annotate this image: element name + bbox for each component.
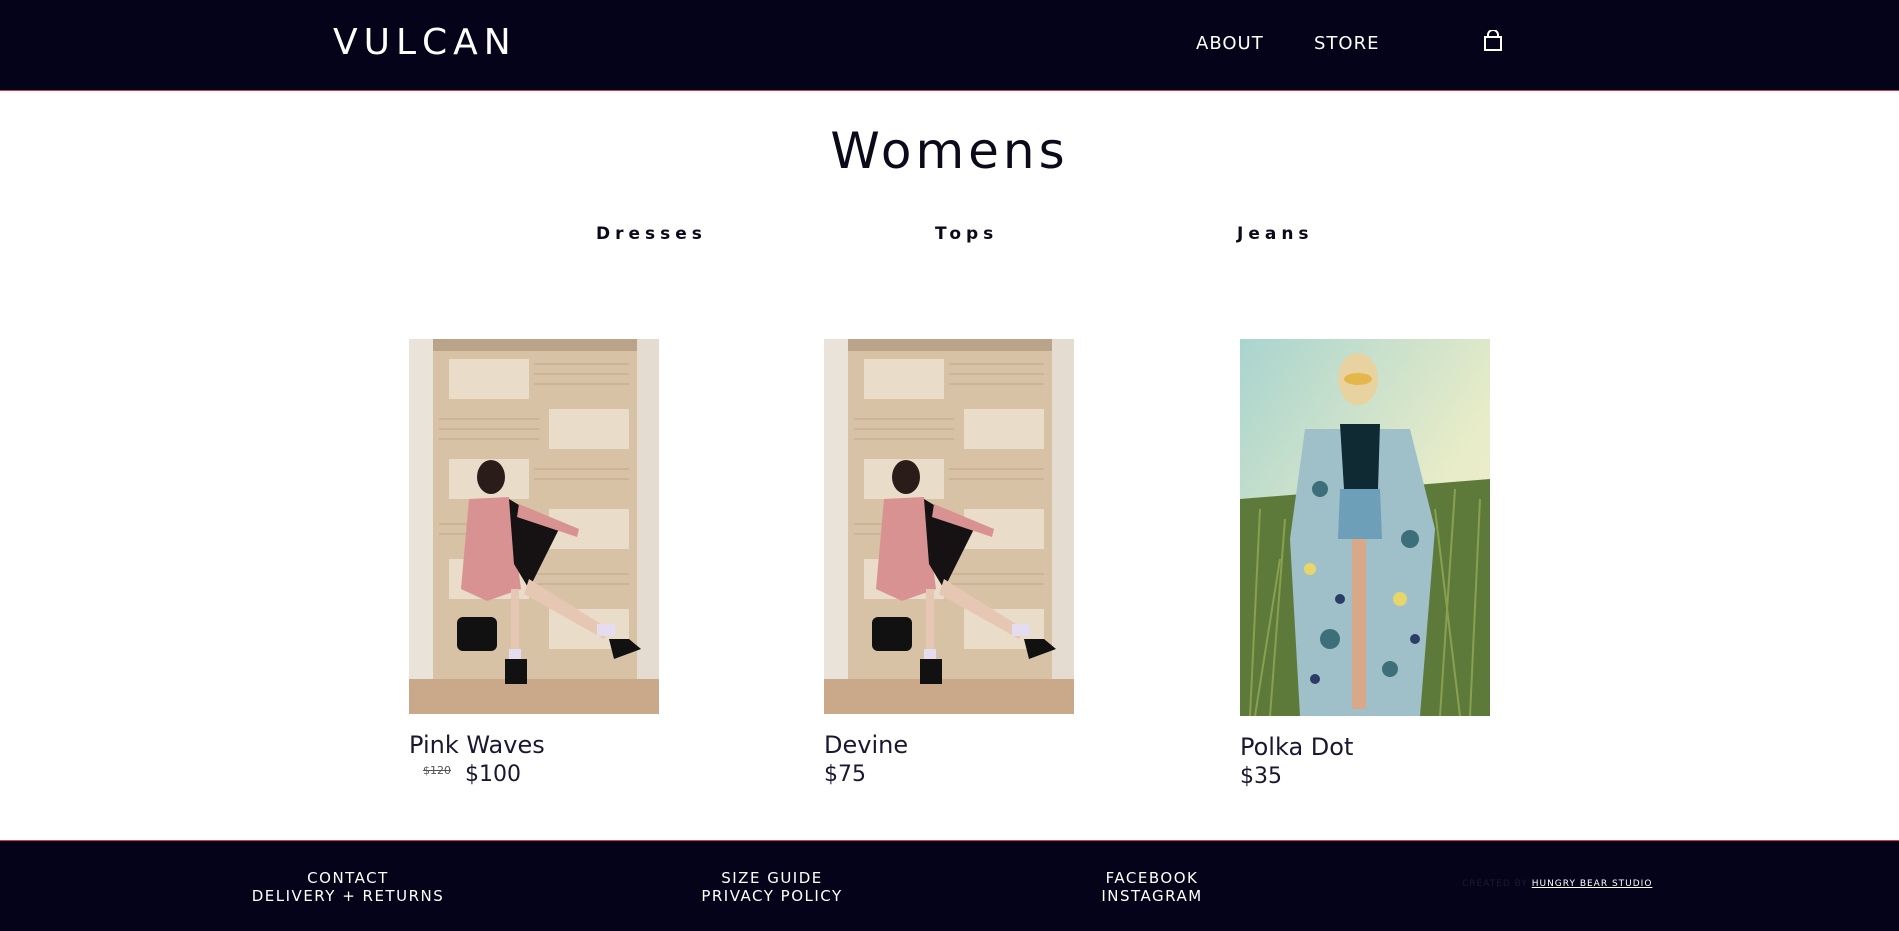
product-price: $35 xyxy=(1240,764,1282,789)
nav-store-link[interactable]: STORE xyxy=(1314,33,1379,54)
category-link-dresses[interactable]: Dresses xyxy=(596,224,707,244)
footer-link-instagram[interactable]: INSTAGRAM xyxy=(1052,887,1252,905)
page-title: Womens xyxy=(830,122,1069,180)
product-name[interactable]: Devine xyxy=(824,731,1074,759)
footer-column: SIZE GUIDE PRIVACY POLICY xyxy=(672,869,872,905)
site-footer: CONTACT DELIVERY + RETURNS SIZE GUIDE PR… xyxy=(0,840,1899,931)
product-card: Polka Dot $35 xyxy=(1240,339,1490,789)
nav-about-link[interactable]: ABOUT xyxy=(1196,33,1264,54)
footer-credit: CREATED BY HUNGRY BEAR STUDIO xyxy=(1462,879,1652,889)
footer-link-delivery-returns[interactable]: DELIVERY + RETURNS xyxy=(248,887,448,905)
original-price: $120 xyxy=(423,764,451,777)
product-name[interactable]: Pink Waves xyxy=(409,731,659,759)
category-link-jeans[interactable]: Jeans xyxy=(1237,224,1314,244)
product-price: $75 xyxy=(824,762,866,787)
category-link-tops[interactable]: Tops xyxy=(935,224,998,244)
product-card: Pink Waves $120 $100 xyxy=(409,339,659,787)
footer-link-facebook[interactable]: FACEBOOK xyxy=(1052,869,1252,887)
product-image[interactable] xyxy=(824,339,1074,714)
site-header: VULCAN ABOUT STORE xyxy=(0,0,1899,91)
product-image[interactable] xyxy=(1240,339,1490,716)
footer-link-contact[interactable]: CONTACT xyxy=(248,869,448,887)
footer-column: FACEBOOK INSTAGRAM xyxy=(1052,869,1252,905)
shopping-bag-icon[interactable] xyxy=(1483,30,1503,52)
footer-link-size-guide[interactable]: SIZE GUIDE xyxy=(672,869,872,887)
price-row: $75 xyxy=(824,762,1074,787)
footer-column: CONTACT DELIVERY + RETURNS xyxy=(248,869,448,905)
credit-prefix: CREATED BY xyxy=(1462,879,1528,889)
price-row: $35 xyxy=(1240,764,1490,789)
product-image[interactable] xyxy=(409,339,659,714)
site-logo[interactable]: VULCAN xyxy=(333,22,517,63)
footer-link-privacy-policy[interactable]: PRIVACY POLICY xyxy=(672,887,872,905)
price-row: $120 $100 xyxy=(409,762,659,787)
product-price: $100 xyxy=(465,762,521,787)
product-card: Devine $75 xyxy=(824,339,1074,787)
credit-link[interactable]: HUNGRY BEAR STUDIO xyxy=(1532,879,1653,889)
product-name[interactable]: Polka Dot xyxy=(1240,733,1490,761)
